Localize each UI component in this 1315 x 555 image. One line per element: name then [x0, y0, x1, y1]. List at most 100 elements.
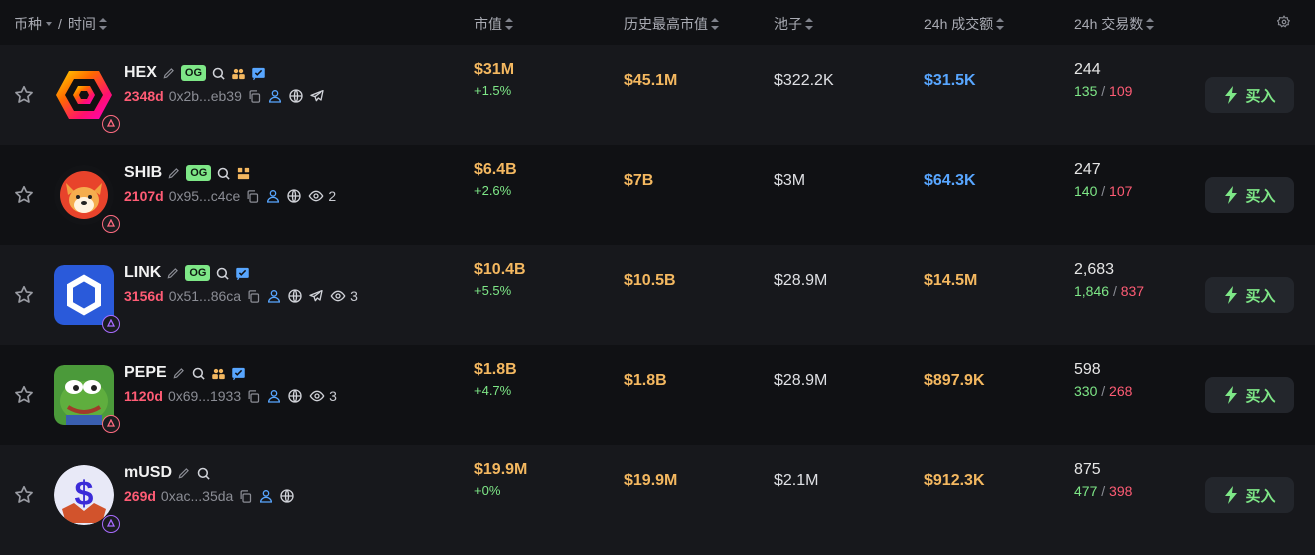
- globe-icon[interactable]: [279, 488, 295, 504]
- buys-sells: 477 / 398: [1074, 481, 1132, 501]
- token-meta-line: 2107d 0x95...c4ce 2: [124, 185, 336, 207]
- token-meta-line: 1120d 0x69...1933 3: [124, 385, 337, 407]
- contract-address[interactable]: 0x69...1933: [168, 388, 241, 404]
- buys-sells: 140 / 107: [1074, 181, 1132, 201]
- contract-address[interactable]: 0x51...86ca: [169, 288, 241, 304]
- token-symbol[interactable]: SHIB: [124, 164, 162, 182]
- buys-sells: 1,846 / 837: [1074, 281, 1144, 301]
- buy-button[interactable]: 买入: [1205, 477, 1294, 513]
- edit-icon[interactable]: [172, 366, 186, 380]
- coin-header[interactable]: 币种: [14, 14, 42, 34]
- token-name-line: SHIB OG: [124, 161, 251, 185]
- buy-button[interactable]: 买入: [1205, 277, 1294, 313]
- telegram-icon[interactable]: [308, 288, 324, 304]
- holder-icon[interactable]: [266, 388, 282, 404]
- globe-icon[interactable]: [286, 188, 302, 204]
- txs-header[interactable]: 24h 交易数: [1074, 14, 1155, 34]
- holder-icon[interactable]: [267, 88, 283, 104]
- buy-button-label: 买入: [1245, 487, 1276, 505]
- token-symbol[interactable]: mUSD: [124, 464, 172, 482]
- contract-address[interactable]: 0x2b...eb39: [169, 88, 242, 104]
- table-row[interactable]: HEX OG 2348d 0x2b...eb39 $31M +1.5% $45.…: [0, 45, 1315, 145]
- token-symbol[interactable]: HEX: [124, 64, 157, 82]
- ath-header[interactable]: 历史最高市值: [624, 14, 719, 34]
- buy-button[interactable]: 买入: [1205, 377, 1294, 413]
- edit-icon[interactable]: [167, 166, 181, 180]
- token-avatar[interactable]: [54, 65, 120, 133]
- edit-icon[interactable]: [162, 66, 176, 80]
- globe-icon[interactable]: [287, 288, 303, 304]
- sort-icon[interactable]: [98, 18, 107, 30]
- globe-icon[interactable]: [288, 88, 304, 104]
- sell-count: 837: [1120, 283, 1145, 299]
- mcap-header[interactable]: 市值: [474, 14, 513, 34]
- sort-icon[interactable]: [1146, 18, 1155, 30]
- star-icon[interactable]: [13, 384, 35, 411]
- buy-count: 1,846: [1074, 283, 1110, 299]
- volume-header-label: 24h 成交额: [924, 16, 994, 32]
- token-symbol[interactable]: LINK: [124, 264, 161, 282]
- telegram-icon[interactable]: [309, 88, 325, 104]
- buy-count: 477: [1074, 483, 1098, 499]
- buys-sells: 330 / 268: [1074, 381, 1132, 401]
- search-icon[interactable]: [216, 166, 231, 181]
- chain-badge-icon: [102, 315, 120, 333]
- search-icon[interactable]: [215, 266, 230, 281]
- token-avatar[interactable]: $: [54, 465, 120, 533]
- contract-address[interactable]: 0xac...35da: [161, 488, 233, 504]
- lightning-icon: [1225, 386, 1238, 404]
- holder-icon[interactable]: [258, 488, 274, 504]
- ath-market-cap: $45.1M: [624, 72, 678, 89]
- market-cap-change: +0%: [474, 483, 501, 498]
- volume-header[interactable]: 24h 成交额: [924, 14, 1005, 34]
- table-row[interactable]: $ mUSD 269d 0xac...35da $19.9M +0% $19.9…: [0, 445, 1315, 555]
- edit-icon[interactable]: [177, 466, 191, 480]
- token-name-line: PEPE: [124, 361, 246, 385]
- market-cap: $31M: [474, 61, 515, 78]
- copy-icon[interactable]: [238, 489, 253, 504]
- search-icon[interactable]: [211, 66, 226, 81]
- copy-icon[interactable]: [246, 289, 261, 304]
- caret-down-icon[interactable]: [46, 22, 52, 26]
- globe-icon[interactable]: [287, 388, 303, 404]
- time-header[interactable]: 时间: [68, 14, 96, 34]
- star-icon[interactable]: [13, 284, 35, 311]
- sort-icon[interactable]: [996, 18, 1005, 30]
- table-row[interactable]: PEPE 1120d 0x69...1933 3 $1.8B +4.7% $1.…: [0, 345, 1315, 445]
- buy-button[interactable]: 买入: [1205, 177, 1294, 213]
- txs-total: 875: [1074, 461, 1101, 478]
- star-icon[interactable]: [13, 84, 35, 111]
- table-row[interactable]: LINK OG 3156d 0x51...86ca 3 $10.4B +5.5%…: [0, 245, 1315, 345]
- contract-address[interactable]: 0x95...c4ce: [169, 188, 241, 204]
- token-avatar[interactable]: [54, 165, 120, 233]
- token-avatar[interactable]: [54, 365, 120, 433]
- buy-button-label: 买入: [1245, 187, 1276, 205]
- verified-icon: [231, 366, 246, 381]
- holder-icon[interactable]: [266, 288, 282, 304]
- sort-icon[interactable]: [505, 18, 513, 30]
- copy-icon[interactable]: [247, 89, 262, 104]
- star-icon[interactable]: [13, 484, 35, 511]
- edit-icon[interactable]: [166, 266, 180, 280]
- token-symbol[interactable]: PEPE: [124, 364, 167, 382]
- copy-icon[interactable]: [245, 189, 260, 204]
- copy-icon[interactable]: [246, 389, 261, 404]
- token-age: 269d: [124, 488, 156, 504]
- star-icon[interactable]: [13, 184, 35, 211]
- coin-time-header: 币种 / 时间: [14, 14, 107, 34]
- og-badge: OG: [186, 165, 212, 181]
- search-icon[interactable]: [196, 466, 211, 481]
- holder-icon[interactable]: [265, 188, 281, 204]
- pool-header[interactable]: 池子: [774, 14, 813, 34]
- lightning-icon: [1225, 486, 1238, 504]
- og-badge: OG: [185, 265, 211, 281]
- sort-icon[interactable]: [711, 18, 719, 30]
- buys-sells-slash: /: [1101, 383, 1106, 399]
- search-icon[interactable]: [191, 366, 206, 381]
- table-row[interactable]: SHIB OG 2107d 0x95...c4ce 2 $6.4B +2.6% …: [0, 145, 1315, 245]
- txs-header-label: 24h 交易数: [1074, 16, 1144, 32]
- gear-icon[interactable]: [1276, 15, 1291, 34]
- token-avatar[interactable]: [54, 265, 120, 333]
- buy-button[interactable]: 买入: [1205, 77, 1294, 113]
- sort-icon[interactable]: [805, 18, 813, 30]
